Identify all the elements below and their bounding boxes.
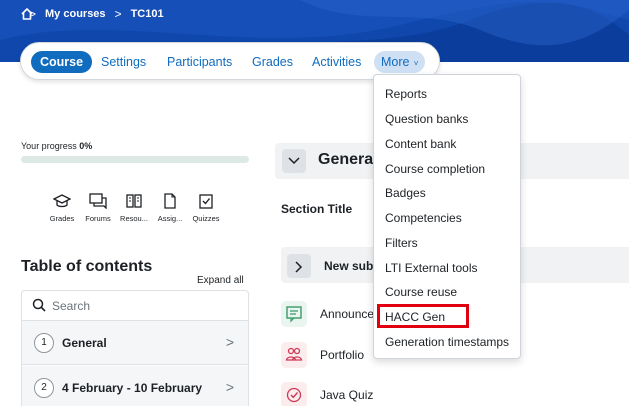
toc-section-label: 4 February - 10 February bbox=[62, 381, 203, 395]
progress-label: Your progress bbox=[21, 141, 77, 151]
subsection-expand-button[interactable] bbox=[287, 254, 311, 278]
section-number-badge: 2 bbox=[34, 378, 54, 398]
breadcrumb-my-courses[interactable]: My courses bbox=[45, 8, 106, 20]
menu-item-lti-external-tools[interactable]: LTI External tools bbox=[385, 261, 477, 275]
tab-participants[interactable]: Participants bbox=[167, 51, 232, 73]
tab-grades[interactable]: Grades bbox=[252, 51, 293, 73]
expand-all-link[interactable]: Expand all bbox=[197, 275, 244, 286]
breadcrumb-separator-icon: > bbox=[114, 7, 122, 21]
activity-link-label: Grades bbox=[49, 214, 75, 223]
toc-section-label: General bbox=[62, 336, 107, 350]
search-icon bbox=[32, 298, 46, 312]
activity-link[interactable]: Portfolio bbox=[320, 348, 364, 362]
toc-section-item[interactable]: 1 General > bbox=[22, 321, 248, 365]
section-title-label: Section Title bbox=[281, 202, 353, 216]
chevron-down-icon: ˅ bbox=[411, 59, 419, 68]
activity-link-label: Forums bbox=[85, 214, 111, 223]
section-collapse-button[interactable] bbox=[282, 149, 306, 173]
assignment-icon bbox=[164, 193, 176, 209]
breadcrumb-course[interactable]: TC101 bbox=[131, 8, 164, 20]
tab-course[interactable]: Course bbox=[31, 51, 93, 73]
tab-settings[interactable]: Settings bbox=[101, 51, 146, 73]
section-name: General bbox=[318, 151, 378, 168]
activity-link[interactable]: Announce bbox=[320, 307, 374, 321]
menu-item-competencies[interactable]: Competencies bbox=[385, 211, 462, 225]
activity-link-label: Quizzes bbox=[192, 214, 220, 223]
tab-more[interactable]: More ˅ bbox=[374, 51, 426, 73]
activity-link-assignments[interactable]: Assig... bbox=[150, 193, 190, 223]
toc-search bbox=[22, 291, 248, 321]
activity-link-label: Assig... bbox=[157, 214, 183, 223]
section-number-badge: 1 bbox=[34, 333, 54, 353]
toc-panel: 1 General > 2 4 February - 10 February > bbox=[21, 290, 249, 406]
activity-icon-box bbox=[281, 342, 307, 368]
progress-bar bbox=[21, 156, 249, 163]
activity-icon-box bbox=[281, 301, 307, 327]
progress-text: Your progress 0% bbox=[21, 141, 92, 151]
chevron-right-icon: > bbox=[225, 334, 234, 350]
menu-item-course-completion[interactable]: Course completion bbox=[385, 162, 485, 176]
tab-activities[interactable]: Activities bbox=[312, 51, 361, 73]
breadcrumb: > My courses > TC101 bbox=[20, 7, 164, 21]
menu-item-course-reuse[interactable]: Course reuse bbox=[385, 285, 457, 299]
activity-link-forums[interactable]: Forums bbox=[78, 193, 118, 223]
announcement-icon bbox=[286, 306, 302, 323]
activity-link-label: Resou... bbox=[120, 214, 148, 223]
chevron-right-icon: > bbox=[225, 379, 234, 395]
progress-value: 0% bbox=[79, 141, 93, 151]
activity-link-resources[interactable]: Resou... bbox=[114, 193, 154, 223]
portfolio-icon bbox=[285, 347, 303, 361]
menu-item-badges[interactable]: Badges bbox=[385, 186, 426, 200]
subsection-label: New sub bbox=[324, 259, 374, 273]
tab-more-label: More bbox=[381, 55, 410, 69]
forum-icon bbox=[89, 193, 107, 209]
resources-icon bbox=[126, 194, 142, 208]
activity-link-quizzes[interactable]: Quizzes bbox=[186, 193, 226, 223]
highlight-annotation-box bbox=[377, 304, 469, 328]
menu-item-content-bank[interactable]: Content bank bbox=[385, 137, 456, 151]
activity-link[interactable]: Java Quiz bbox=[320, 388, 373, 402]
toc-section-item[interactable]: 2 4 February - 10 February > bbox=[22, 366, 248, 406]
menu-item-filters[interactable]: Filters bbox=[385, 236, 418, 250]
menu-item-generation-timestamps[interactable]: Generation timestamps bbox=[385, 335, 509, 349]
activity-icon-box bbox=[281, 382, 307, 406]
chevron-right-icon bbox=[295, 261, 303, 273]
activity-link-grades[interactable]: Grades bbox=[42, 193, 82, 223]
mortarboard-icon bbox=[53, 194, 71, 208]
quiz-check-icon bbox=[286, 387, 302, 403]
search-input[interactable] bbox=[52, 297, 232, 315]
toc-title: Table of contents bbox=[21, 258, 153, 275]
chevron-down-icon bbox=[288, 157, 300, 165]
menu-item-reports[interactable]: Reports bbox=[385, 87, 427, 101]
menu-item-question-banks[interactable]: Question banks bbox=[385, 112, 468, 126]
quiz-icon bbox=[199, 194, 213, 209]
